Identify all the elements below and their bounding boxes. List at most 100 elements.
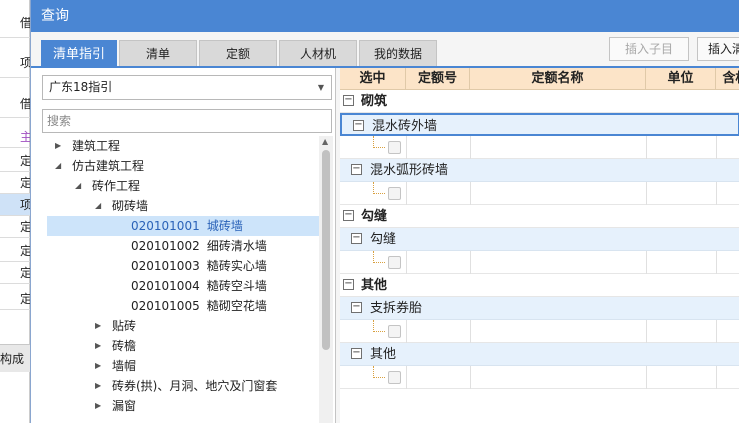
scrollbar-thumb[interactable] [322, 150, 330, 350]
collapse-icon[interactable]: − [343, 95, 354, 106]
tree-connector [373, 320, 385, 332]
bg-row: 借 [0, 8, 30, 38]
tree-node[interactable]: ▶ 墙帽 [47, 356, 319, 376]
tab-quota[interactable]: 定额 [199, 40, 277, 67]
cell-divider [716, 366, 717, 389]
bg-row: 定 [0, 240, 30, 262]
select-checkbox[interactable] [388, 325, 401, 338]
tree-node[interactable]: ▶ 砖券(拱)、月洞、地穴及门窗套 [47, 376, 319, 396]
select-checkbox[interactable] [388, 371, 401, 384]
cell-divider [470, 251, 471, 274]
subgroup-label: 其他 [370, 347, 397, 362]
tree-scrollbar[interactable]: ▲ [319, 136, 333, 423]
group-label: 砌筑 [361, 94, 388, 109]
collapse-icon[interactable]: − [343, 210, 354, 221]
quota-item-row[interactable] [340, 136, 739, 159]
quota-item-row[interactable] [340, 251, 739, 274]
tree-leaf[interactable]: 020101003 糙砖实心墙 [47, 256, 319, 276]
tree-leaf-label: 糙砖实心墙 [206, 259, 267, 273]
col-header-unit[interactable]: 单位 [646, 68, 716, 90]
collapse-icon[interactable]: − [351, 164, 362, 175]
subgroup-row[interactable]: − 混水砖外墙 [340, 113, 739, 136]
tree-node[interactable]: ◢ 仿古建筑工程 [47, 156, 319, 176]
collapse-icon[interactable]: − [343, 279, 354, 290]
tree-node[interactable]: ◢ 砖作工程 [47, 176, 319, 196]
tree-leaf-code: 020101005 [131, 299, 200, 313]
tree-node-label: 砌砖墙 [112, 199, 149, 213]
group-row[interactable]: − 勾缝 [340, 205, 739, 228]
tree-leaf-selected[interactable]: 020101001 城砖墙 [47, 216, 319, 236]
tree-node-label: 贴砖 [112, 319, 137, 333]
col-header-content[interactable]: 含权 [716, 68, 739, 90]
chevron-down-icon[interactable]: ◢ [55, 156, 61, 176]
tree-node[interactable]: ▶ 漏窗 [47, 396, 319, 416]
group-row[interactable]: − 其他 [340, 274, 739, 297]
insert-child-button[interactable]: 插入子目 [609, 37, 689, 61]
tree-node[interactable]: ▶ 建筑工程 [47, 136, 319, 156]
bg-row: 定 [0, 262, 30, 284]
subgroup-row[interactable]: − 勾缝 [340, 228, 739, 251]
tree-leaf[interactable]: 020101005 糙砌空花墙 [47, 296, 319, 316]
group-row[interactable]: − 砌筑 [340, 90, 739, 113]
subgroup-row[interactable]: − 混水弧形砖墙 [340, 159, 739, 182]
tree-leaf-label: 城砖墙 [206, 219, 243, 233]
chevron-down-icon: ▼ [317, 83, 324, 92]
subgroup-row[interactable]: − 其他 [340, 343, 739, 366]
cell-divider [646, 251, 647, 274]
chevron-down-icon[interactable]: ◢ [75, 176, 81, 196]
tree-leaf-code: 020101001 [131, 219, 200, 233]
collapse-icon[interactable]: − [353, 120, 364, 131]
tree-leaf[interactable]: 020101004 糙砖空斗墙 [47, 276, 319, 296]
cell-divider [406, 136, 407, 159]
select-checkbox[interactable] [388, 187, 401, 200]
tree-node[interactable]: ◢ 砌砖墙 [47, 196, 319, 216]
quota-item-row[interactable] [340, 320, 739, 343]
subgroup-label: 混水砖外墙 [372, 119, 438, 134]
search-input[interactable] [42, 109, 332, 133]
bg-row: 借 [0, 90, 30, 118]
tab-list-guide[interactable]: 清单指引 [41, 40, 117, 67]
tree-leaf-label: 细砖清水墙 [206, 239, 267, 253]
tree-node-label: 砖檐 [112, 339, 137, 353]
select-checkbox[interactable] [388, 256, 401, 269]
cell-divider [646, 366, 647, 389]
cell-divider [470, 136, 471, 159]
chevron-right-icon[interactable]: ▶ [55, 136, 61, 156]
tree-leaf-label: 糙砖空斗墙 [206, 279, 267, 293]
tree-node[interactable]: ▶ 贴砖 [47, 316, 319, 336]
select-checkbox[interactable] [388, 141, 401, 154]
insert-list-button[interactable]: 插入清 [697, 37, 739, 61]
tree-connector [373, 251, 385, 263]
tree-leaf-code: 020101002 [131, 239, 200, 253]
tree-node[interactable]: ▶ 砖檐 [47, 336, 319, 356]
chevron-down-icon[interactable]: ◢ [95, 196, 101, 216]
cell-divider [646, 320, 647, 343]
tree-leaf-label: 糙砌空花墙 [206, 299, 267, 313]
col-header-quota-name[interactable]: 定额名称 [470, 68, 646, 90]
chevron-right-icon[interactable]: ▶ [95, 356, 101, 376]
bg-row: 项 [0, 48, 30, 78]
col-header-quota-code[interactable]: 定额号 [406, 68, 470, 90]
chevron-right-icon[interactable]: ▶ [95, 316, 101, 336]
scroll-up-icon[interactable]: ▲ [322, 137, 328, 146]
guide-tree: ▶ 建筑工程 ◢ 仿古建筑工程 ◢ 砖作工程 ◢ 砌砖墙 020101001 城… [31, 136, 319, 423]
subgroup-row[interactable]: − 支拆券胎 [340, 297, 739, 320]
collapse-icon[interactable]: − [351, 302, 362, 313]
tree-leaf-code: 020101003 [131, 259, 200, 273]
cell-divider [406, 251, 407, 274]
col-header-select[interactable]: 选中 [340, 68, 406, 90]
quota-item-row[interactable] [340, 182, 739, 205]
tree-leaf[interactable]: 020101002 细砖清水墙 [47, 236, 319, 256]
collapse-icon[interactable]: − [351, 233, 362, 244]
collapse-icon[interactable]: − [351, 348, 362, 359]
chevron-right-icon[interactable]: ▶ [95, 376, 101, 396]
cell-divider [470, 366, 471, 389]
chevron-right-icon[interactable]: ▶ [95, 336, 101, 356]
subgroup-label: 勾缝 [370, 232, 397, 247]
tab-labor-material[interactable]: 人材机 [279, 40, 357, 67]
guide-dropdown[interactable]: 广东18指引 ▼ [42, 75, 332, 100]
chevron-right-icon[interactable]: ▶ [95, 396, 101, 416]
tab-my-data[interactable]: 我的数据 [359, 40, 437, 67]
tab-list[interactable]: 清单 [119, 40, 197, 67]
quota-item-row[interactable] [340, 366, 739, 389]
